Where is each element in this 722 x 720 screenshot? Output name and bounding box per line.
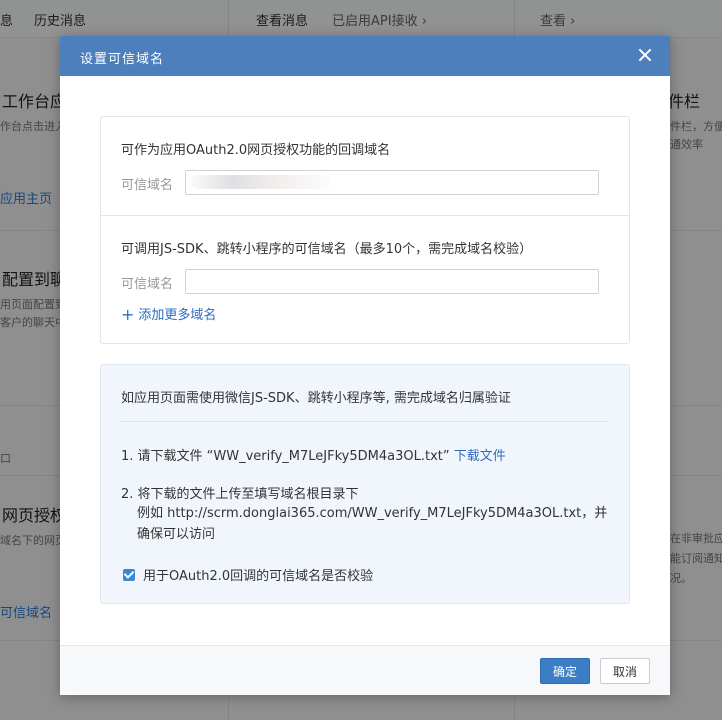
redacted-domain-value — [191, 175, 331, 189]
trusted-domain-dialog: 设置可信域名 可作为应用OAuth2.0网页授权功能的回调域名 可信域名 可调用… — [60, 36, 670, 695]
oauth-verify-checkbox[interactable] — [123, 569, 135, 581]
jssdk-section-title: 可调用JS-SDK、跳转小程序的可信域名（最多10个，需完成域名校验） — [121, 242, 533, 257]
example-url-text: 例如 http://scrm.donglai365.com/WW_verify_… — [137, 506, 608, 542]
verification-info-box: 如应用页面需使用微信JS-SDK、跳转小程序等, 需完成域名归属验证 1. 请下… — [100, 364, 630, 604]
dialog-title: 设置可信域名 — [80, 52, 165, 67]
cancel-button[interactable]: 取消 — [600, 658, 650, 684]
jssdk-domain-input[interactable] — [185, 269, 599, 294]
dialog-footer: 确定 取消 — [60, 645, 670, 695]
download-file-link[interactable]: 下载文件 — [454, 449, 506, 464]
oauth-verify-option[interactable]: 用于OAuth2.0回调的可信域名是否校验 — [123, 565, 373, 584]
oauth-section-title: 可作为应用OAuth2.0网页授权功能的回调域名 — [121, 143, 391, 158]
add-more-domains-link[interactable]: + 添加更多域名 — [121, 304, 216, 324]
plus-icon: + — [121, 305, 135, 324]
domain-form: 可作为应用OAuth2.0网页授权功能的回调域名 可信域名 可调用JS-SDK、… — [100, 116, 630, 344]
step1-text: 1. 请下载文件 “WW_verify_M7LeJFky5DM4a3OL.txt… — [121, 449, 450, 464]
jssdk-domain-label: 可信域名 — [121, 277, 174, 292]
verification-heading: 如应用页面需使用微信JS-SDK、跳转小程序等, 需完成域名归属验证 — [121, 391, 511, 406]
step1-line: 1. 请下载文件 “WW_verify_M7LeJFky5DM4a3OL.txt… — [121, 445, 506, 464]
section-divider — [101, 215, 629, 216]
step2-text: 2. 将下载的文件上传至填写域名根目录下 — [121, 487, 359, 502]
dialog-header: 设置可信域名 — [60, 36, 670, 76]
oauth-verify-label: 用于OAuth2.0回调的可信域名是否校验 — [143, 569, 374, 584]
info-divider — [121, 421, 609, 422]
confirm-button[interactable]: 确定 — [540, 658, 590, 684]
add-more-label: 添加更多域名 — [138, 308, 217, 323]
close-icon[interactable] — [636, 46, 654, 64]
oauth-domain-label: 可信域名 — [121, 178, 174, 193]
